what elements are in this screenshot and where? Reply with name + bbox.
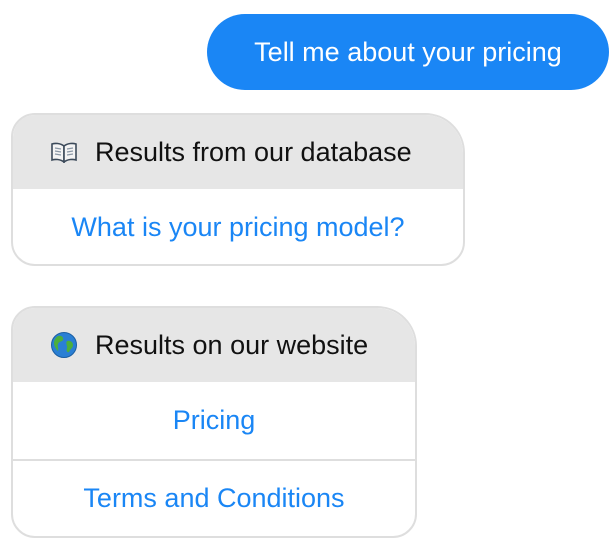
result-link-label[interactable]: Terms and Conditions	[83, 483, 344, 514]
result-link-pricing[interactable]: Pricing	[13, 382, 415, 459]
website-results-header: Results on our website	[13, 308, 415, 382]
globe-icon	[49, 330, 79, 360]
database-results-card: Results from our database What is your p…	[11, 113, 465, 266]
chat-transcript: Tell me about your pricing Results from …	[0, 0, 616, 552]
website-results-title: Results on our website	[95, 329, 369, 360]
database-results-title: Results from our database	[95, 136, 412, 167]
database-results-header: Results from our database	[13, 115, 463, 189]
result-link-pricing-model[interactable]: What is your pricing model?	[13, 189, 463, 264]
open-book-icon	[49, 137, 79, 167]
user-message-text: Tell me about your pricing	[254, 36, 562, 67]
result-link-label[interactable]: Pricing	[173, 405, 256, 436]
result-link-label[interactable]: What is your pricing model?	[71, 212, 404, 243]
user-message-bubble: Tell me about your pricing	[207, 14, 609, 90]
website-results-card: Results on our website Pricing Terms and…	[11, 306, 417, 538]
result-link-terms-and-conditions[interactable]: Terms and Conditions	[13, 459, 415, 536]
